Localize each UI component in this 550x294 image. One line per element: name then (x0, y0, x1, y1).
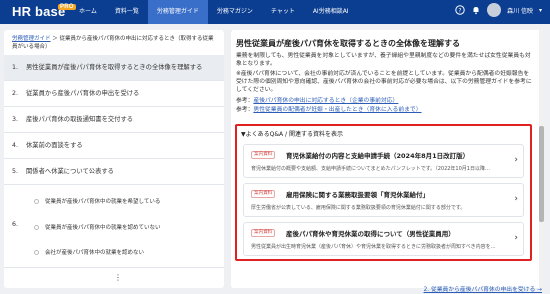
toc-item-6: 6. 従業員が産後パパ育休中の就業を希望している 従業員が産後パパ育休中の就業を… (4, 185, 224, 268)
next-section-link[interactable]: 2. 従業員から産後パパ育休の申出を受ける → (424, 284, 542, 293)
main-nav: ホーム 資料一覧 労務管理ガイド 労務マガジン チャット AI労務相談AI (70, 0, 358, 24)
toc-item-2[interactable]: 2. 従業員から産後パパ育休の申出を受ける (4, 81, 224, 107)
help-icon[interactable]: ? (455, 5, 465, 15)
chevron-down-icon[interactable]: ▾ (539, 7, 542, 14)
breadcrumb: 労務管理ガイド ＞ 従業員から産後パパ育休の申出に対応するとき（取得する従業員が… (12, 35, 218, 51)
document-title: 雇用保険に関する業務取扱要領「育児休業給付」 (286, 191, 429, 199)
document-badge: 案内資料 (251, 190, 276, 198)
document-badge: 案内資料 (251, 151, 276, 159)
toc-list: 1. 男性従業員が産後パパ育休を取得するときの全体像を理解する 2. 従業員から産後… (4, 55, 224, 268)
page-title: 男性従業員が産後パパ育休を取得するときの全体像を理解する (236, 39, 460, 48)
document-title: 育児休業給付の内容と支給申請手続（2024年8月1日改訂版） (286, 152, 470, 160)
chevron-right-icon: › (514, 155, 518, 165)
related-documents-section: ▼よくあるQ&A / 関連する資料を表示 案内資料 育児休業給付の内容と支給申請… (235, 124, 532, 261)
reference-link-2[interactable]: 男性従業員の配偶者が妊娠・出産したとき（育休に入る前まで） (253, 107, 421, 113)
reference-2: 参考：男性従業員の配偶者が妊娠・出産したとき（育休に入る前まで） (236, 107, 422, 113)
avatar[interactable] (487, 3, 502, 17)
nav-labor-magazine[interactable]: 労務マガジン (208, 0, 262, 24)
nav-home[interactable]: ホーム (70, 0, 106, 24)
reference-link-1[interactable]: 産後パパ育休の申出に対応するとき（企業の事前対応） (253, 98, 398, 104)
toc-subitem[interactable]: 従業員が産後パパ育休中の就業を希望している (34, 197, 160, 205)
document-description: 厚生労働省が公表している、雇用保険に関する業務取扱要領の育児休業給付に関する部分… (251, 205, 466, 211)
scrollbar-thumb[interactable] (539, 126, 544, 222)
svg-text:?: ? (458, 7, 461, 14)
faq-toggle[interactable]: ▼よくあるQ&A / 関連する資料を表示 (241, 129, 343, 138)
document-card[interactable]: 案内資料 雇用保険に関する業務取扱要領「育児休業給付」 厚生労働省が公表している… (243, 183, 524, 217)
chevron-right-icon: › (514, 194, 518, 204)
nav-chat[interactable]: チャット (262, 0, 304, 24)
bell-icon[interactable] (471, 5, 481, 15)
toc-subitem[interactable]: 従業員が産後パパ育休中の就業を認めていない (34, 223, 161, 231)
toc-item-1[interactable]: 1. 男性従業員が産後パパ育休を取得するときの全体像を理解する (4, 55, 224, 81)
content-panel: 男性従業員が産後パパ育休を取得するときの全体像を理解する 業務を制限しても、男性… (231, 30, 544, 288)
document-card[interactable]: 案内資料 育児休業給付の内容と支給申請手続（2024年8月1日改訂版） 育児休業… (243, 144, 524, 178)
document-card[interactable]: 案内資料 産後パパ育休や育児休業の取得について（男性従業員用） 男性従業員が出生… (243, 222, 524, 256)
hr-base-logo[interactable]: HR base PRO (12, 4, 76, 19)
toc-item-3[interactable]: 3. 産後パパ育休の取扱通知書を交付する (4, 107, 224, 133)
table-of-contents-panel: 労務管理ガイド ＞ 従業員から産後パパ育休の申出に対応するとき（取得する従業員が… (4, 30, 224, 288)
reference-1: 参考：産後パパ育休の申出に対応するとき（企業の事前対応） (236, 98, 399, 104)
scrollbar[interactable] (539, 30, 544, 288)
document-title: 産後パパ育休や育児休業の取得について（男性従業員用） (286, 230, 455, 238)
document-badge: 案内資料 (251, 229, 276, 237)
toc-item-5[interactable]: 5. 関係者へ休業について公表する (4, 159, 224, 185)
top-navigation-bar: HR base PRO ホーム 資料一覧 労務管理ガイド 労務マガジン チャット… (0, 0, 550, 24)
intro-paragraph: 業務を制限しても、男性従業員を対象としていますが、養子縁組や里親制度などの要件を… (236, 53, 531, 67)
radio-circle-icon (34, 199, 39, 204)
toc-subitem[interactable]: 会社が産後パパ育休中の就業を認めない (34, 248, 144, 256)
breadcrumb-link[interactable]: 労務管理ガイド (12, 36, 51, 42)
toc-item-4[interactable]: 4. 休業前の面談をする (4, 133, 224, 159)
note-paragraph: ※産後パパ育休について、会社の事前対応が済んでいることを前提としています。従業員… (236, 71, 532, 93)
toc-item-6-number: 6. (12, 221, 19, 228)
nav-ai-consult[interactable]: AI労務相談AI (304, 0, 358, 24)
nav-labor-guide[interactable]: 労務管理ガイド (147, 0, 208, 24)
nav-documents[interactable]: 資料一覧 (106, 0, 148, 24)
document-description: 育児休業給付の概要や支給額、支給申請手続についてまとめたパンフレットです。（20… (251, 166, 490, 172)
document-description: 男性従業員が出生時育児休業（産後パパ育休）や育児休業を取得するときに労務取扱者が… (251, 244, 496, 250)
user-name[interactable]: 森川 信映 (507, 6, 533, 15)
chevron-right-icon: › (514, 233, 518, 243)
radio-circle-icon (34, 225, 39, 230)
more-icon[interactable]: ⋮ (114, 274, 122, 282)
radio-circle-icon (34, 250, 39, 255)
